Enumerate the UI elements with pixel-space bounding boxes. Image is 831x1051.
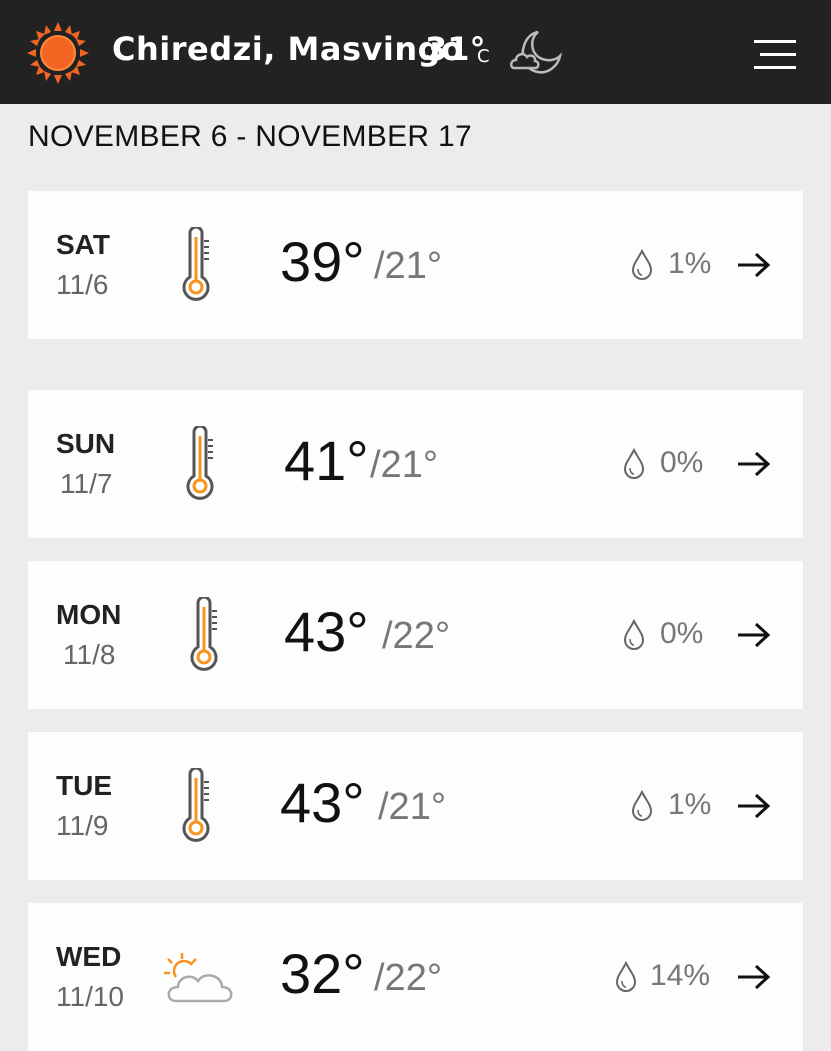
forecast-row-sat[interactable]: SAT 11/6 39° /21° 1% <box>28 191 803 339</box>
forecast-row-sun[interactable]: SUN 11/7 41° /21° 0% <box>28 390 803 538</box>
day-name: TUE <box>56 770 112 801</box>
forecast-row-mon[interactable]: MON 11/8 43° /22° 0% <box>28 561 803 709</box>
arrow-right-icon[interactable] <box>736 450 772 478</box>
forecast-row-tue[interactable]: TUE 11/9 43° /21° 1% <box>28 732 803 880</box>
hamburger-menu-icon[interactable] <box>754 38 796 72</box>
thermometer-icon <box>182 227 210 301</box>
thermometer-icon <box>190 597 218 671</box>
moon-cloud-icon <box>510 30 563 74</box>
raindrop-icon <box>623 619 645 650</box>
low-temperature: /22° <box>382 615 451 657</box>
day-date: 11/6 <box>56 269 109 300</box>
date-range-heading: NOVEMBER 6 - NOVEMBER 17 <box>28 120 472 153</box>
day-name: MON <box>56 599 122 630</box>
low-temperature: /21° <box>370 444 439 486</box>
thermometer-icon <box>186 426 214 500</box>
high-temperature: 43° <box>284 600 369 663</box>
low-temperature: /21° <box>374 245 443 287</box>
sun-icon <box>27 22 89 84</box>
forecast-row-wed[interactable]: WED 11/10 32° /22° 14% <box>28 903 803 1051</box>
high-temperature: 43° <box>280 771 365 834</box>
high-temperature: 41° <box>284 429 369 492</box>
raindrop-icon <box>615 961 637 992</box>
precipitation-chance: 14% <box>650 959 711 992</box>
thermometer-icon <box>182 768 210 842</box>
day-date: 11/8 <box>63 639 116 670</box>
day-date: 11/10 <box>56 981 124 1012</box>
precipitation-chance: 0% <box>660 617 704 650</box>
day-name: SAT <box>56 229 110 260</box>
location-name[interactable]: Chiredzi, Masvingo <box>112 30 464 68</box>
low-temperature: /22° <box>374 957 443 999</box>
low-temperature: /21° <box>378 786 447 828</box>
arrow-right-icon[interactable] <box>736 621 772 649</box>
day-name: WED <box>56 941 122 972</box>
precipitation-chance: 1% <box>668 788 712 821</box>
day-name: SUN <box>56 428 116 459</box>
temperature-unit[interactable]: C <box>477 46 490 67</box>
high-temperature: 39° <box>280 230 365 293</box>
day-date: 11/7 <box>60 468 113 499</box>
high-temperature: 32° <box>280 942 365 1005</box>
day-date: 11/9 <box>56 810 109 841</box>
precipitation-chance: 1% <box>668 247 712 280</box>
raindrop-icon <box>623 448 645 479</box>
partly-cloudy-icon <box>164 953 233 1003</box>
arrow-right-icon[interactable] <box>736 963 772 991</box>
arrow-right-icon[interactable] <box>736 251 772 279</box>
header-bar: Chiredzi, Masvingo 31° C <box>0 0 831 104</box>
precipitation-chance: 0% <box>660 446 704 479</box>
raindrop-icon <box>631 249 653 280</box>
raindrop-icon <box>631 790 653 821</box>
arrow-right-icon[interactable] <box>736 792 772 820</box>
